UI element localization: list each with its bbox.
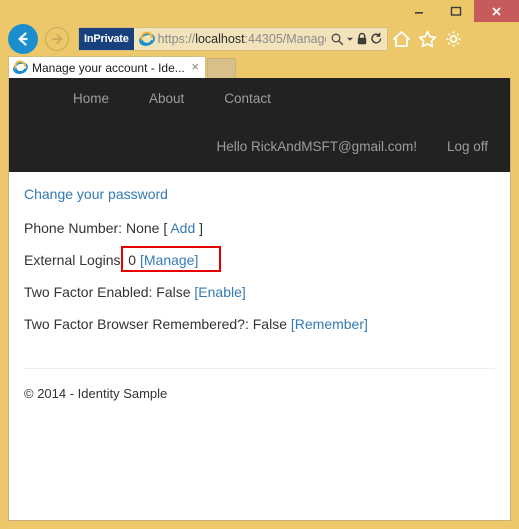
site-nav-links: Home About Contact bbox=[53, 91, 291, 106]
forward-arrow-icon bbox=[52, 34, 63, 44]
search-icon[interactable] bbox=[330, 32, 344, 46]
ie-logo-icon bbox=[134, 28, 158, 50]
phone-number-value: None bbox=[125, 220, 160, 236]
change-password-link[interactable]: Change your password bbox=[24, 186, 168, 202]
content-divider bbox=[24, 368, 495, 369]
page-viewport: Change your account settings Home About … bbox=[8, 78, 511, 521]
tab-strip: Manage your account - Ide... × bbox=[0, 56, 519, 78]
back-arrow-icon bbox=[18, 32, 28, 46]
two-factor-remembered-label: Two Factor Browser Remembered?: bbox=[24, 316, 249, 332]
favorites-star-icon[interactable] bbox=[418, 30, 437, 48]
maximize-button[interactable] bbox=[437, 0, 474, 22]
minimize-icon bbox=[414, 12, 423, 14]
nav-contact[interactable]: Contact bbox=[204, 91, 291, 106]
browser-navigation-bar: InPrivate https://localhost:44305/Manage bbox=[0, 22, 519, 56]
two-factor-remembered-value: False bbox=[252, 316, 287, 332]
tab-title: Manage your account - Ide... bbox=[32, 60, 185, 75]
maximize-icon bbox=[450, 6, 461, 16]
phone-number-label: Phone Number: bbox=[24, 220, 123, 236]
browser-toolbar-icons bbox=[392, 27, 463, 51]
two-factor-enable-link[interactable]: [Enable] bbox=[194, 284, 245, 300]
account-greeting[interactable]: Hello RickAndMSFT@gmail.com! bbox=[216, 139, 417, 154]
url-path: :44305/Manage bbox=[244, 32, 326, 46]
refresh-icon[interactable] bbox=[370, 32, 383, 46]
url-host: localhost bbox=[195, 32, 245, 46]
window-controls bbox=[400, 0, 519, 22]
phone-number-close-bracket: ] bbox=[199, 220, 204, 236]
close-button[interactable] bbox=[474, 0, 519, 22]
address-bar[interactable]: InPrivate https://localhost:44305/Manage bbox=[78, 27, 388, 51]
log-off-link[interactable]: Log off bbox=[447, 139, 488, 154]
change-password-row: Change your password bbox=[24, 186, 495, 202]
tab-close-icon[interactable]: × bbox=[187, 60, 201, 75]
minimize-button[interactable] bbox=[400, 0, 437, 22]
external-logins-row: External Logins: 0 [Manage] bbox=[24, 252, 495, 268]
url-text[interactable]: https://localhost:44305/Manage bbox=[158, 28, 326, 50]
two-factor-enabled-label: Two Factor Enabled: bbox=[24, 284, 153, 300]
lock-icon[interactable] bbox=[356, 32, 368, 46]
browser-window: InPrivate https://localhost:44305/Manage bbox=[0, 0, 519, 529]
home-icon[interactable] bbox=[392, 30, 411, 48]
back-button[interactable] bbox=[8, 24, 38, 54]
address-bar-icons bbox=[326, 28, 387, 50]
site-nav-account: Hello RickAndMSFT@gmail.com! Log off bbox=[216, 139, 488, 154]
phone-number-row: Phone Number: None [ Add ] bbox=[24, 220, 495, 236]
close-icon bbox=[492, 6, 501, 16]
window-titlebar bbox=[0, 0, 519, 22]
page-footer: © 2014 - Identity Sample bbox=[24, 386, 168, 401]
new-tab-button[interactable] bbox=[207, 58, 236, 78]
two-factor-remembered-row: Two Factor Browser Remembered?: False [R… bbox=[24, 316, 495, 332]
external-logins-manage-link[interactable]: [Manage] bbox=[140, 252, 198, 268]
phone-number-open-bracket: [ bbox=[163, 220, 168, 236]
tab-favicon-ie-icon bbox=[13, 60, 28, 75]
inprivate-badge: InPrivate bbox=[79, 28, 134, 50]
site-navbar: Home About Contact Hello RickAndMSFT@gma… bbox=[9, 78, 510, 172]
forward-button[interactable] bbox=[45, 27, 69, 51]
two-factor-enabled-value: False bbox=[156, 284, 191, 300]
nav-about[interactable]: About bbox=[129, 91, 204, 106]
two-factor-remember-link[interactable]: [Remember] bbox=[291, 316, 368, 332]
phone-number-add-link[interactable]: Add bbox=[170, 220, 195, 236]
two-factor-enabled-row: Two Factor Enabled: False [Enable] bbox=[24, 284, 495, 300]
external-logins-label: External Logins: bbox=[24, 252, 125, 268]
url-scheme: https:// bbox=[157, 32, 196, 46]
tools-gear-icon[interactable] bbox=[444, 30, 463, 48]
browser-tab-active[interactable]: Manage your account - Ide... × bbox=[8, 56, 206, 78]
external-logins-value: 0 bbox=[128, 252, 137, 268]
dropdown-caret-icon[interactable] bbox=[346, 35, 354, 43]
nav-home[interactable]: Home bbox=[53, 91, 129, 106]
page-body: Change your password Phone Number: None … bbox=[9, 172, 510, 401]
